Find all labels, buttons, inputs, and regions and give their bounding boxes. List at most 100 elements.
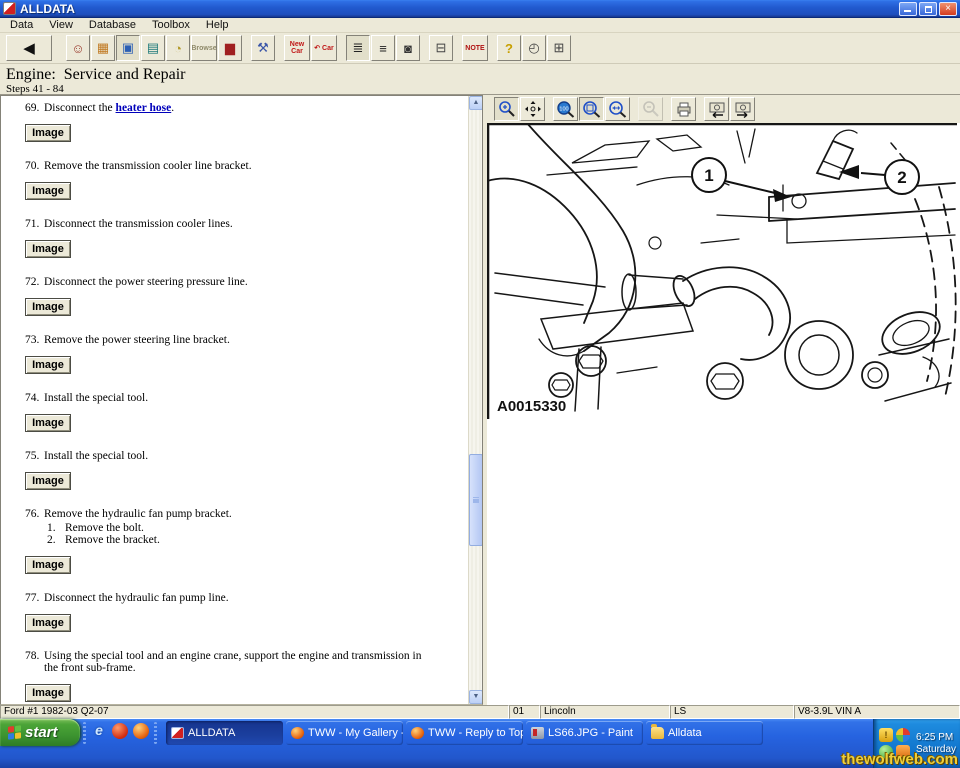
diagnostics-computer-icon[interactable]: ▣ <box>116 35 140 61</box>
next-image-button[interactable] <box>730 97 755 121</box>
close-button[interactable]: × <box>939 2 957 16</box>
firefox-icon <box>291 727 304 739</box>
firefox-icon[interactable] <box>133 723 149 739</box>
step-number: 75. <box>25 450 44 462</box>
start-label: start <box>25 724 58 741</box>
zoom-in-button[interactable] <box>494 97 519 121</box>
note-icon[interactable]: NOTE <box>462 35 488 61</box>
status-vehicle-info: Ford #1 1982-03 Q2-07 <box>0 705 509 719</box>
image-button[interactable]: Image <box>25 556 71 574</box>
start-button[interactable]: start <box>0 719 80 746</box>
image-toolbar: 100 <box>487 95 960 123</box>
internet-explorer-icon[interactable]: e <box>91 723 107 739</box>
menu-view[interactable]: View <box>41 19 81 31</box>
taskbar-button-alldata-folder[interactable]: Alldata <box>646 721 763 745</box>
menu-database[interactable]: Database <box>81 19 144 31</box>
tray-time: 6:25 PM <box>916 732 956 744</box>
text-only-icon[interactable]: ≡ <box>371 35 395 61</box>
image-button[interactable]: Image <box>25 298 71 316</box>
previous-image-button[interactable] <box>704 97 729 121</box>
paint-icon <box>531 727 544 739</box>
page-subtitle: Steps 41 - 84 <box>6 83 960 95</box>
step-number: 76. <box>25 508 44 520</box>
step-text: Using the special tool and an engine cra… <box>44 650 429 674</box>
task-buttons: ALLDATA TWW - My Gallery - M... TWW - Re… <box>166 721 763 745</box>
step-text: Disconnect the heater hose. <box>44 102 429 114</box>
step-number: 71. <box>25 218 44 230</box>
car-return-icon[interactable]: ↶ Car <box>311 35 337 61</box>
engine-line-drawing: 1 2 A0015330 <box>487 123 957 419</box>
zoom-out-button[interactable] <box>638 97 663 121</box>
image-button[interactable]: Image <box>25 684 71 702</box>
security-shield-icon[interactable]: ! <box>879 728 893 742</box>
zoom-100-button[interactable]: 100 <box>553 97 578 121</box>
restore-button[interactable] <box>919 2 937 16</box>
callout-1-label: 1 <box>704 166 713 185</box>
step-number: 73. <box>25 334 44 346</box>
figures-camera-icon[interactable]: ◙ <box>396 35 420 61</box>
steps-list: 69. Disconnect the heater hose. Image 70… <box>1 96 468 704</box>
history-clock-icon[interactable]: ◔ <box>166 35 190 61</box>
clock-icon[interactable]: ◴ <box>522 35 546 61</box>
new-car-icon[interactable]: New Car <box>284 35 310 61</box>
print-setup-icon[interactable]: ⊞ <box>547 35 571 61</box>
manual-book-icon[interactable]: ▆ <box>218 35 242 61</box>
status-bar: Ford #1 1982-03 Q2-07 01 Lincoln LS V8-3… <box>0 705 960 719</box>
minimize-button[interactable] <box>899 2 917 16</box>
step-text: Install the special tool. <box>44 450 429 462</box>
taskbar-button-paint[interactable]: LS66.JPG - Paint <box>526 721 643 745</box>
vehicle-select-icon[interactable]: ▦ <box>91 35 115 61</box>
step-78: 78. Using the special tool and an engine… <box>25 650 464 702</box>
quick-launch-grip[interactable] <box>83 722 86 744</box>
taskbar-button-alldata[interactable]: ALLDATA <box>166 721 283 745</box>
scroll-down-arrow[interactable]: ▼ <box>469 690 483 704</box>
print-image-button[interactable] <box>671 97 696 121</box>
menu-help[interactable]: Help <box>198 19 237 31</box>
tools-icon[interactable]: ⚒ <box>251 35 275 61</box>
scrollbar-thumb[interactable] <box>469 454 483 546</box>
image-button[interactable]: Image <box>25 356 71 374</box>
firefox-icon <box>411 727 424 739</box>
step-number: 72. <box>25 276 44 288</box>
callout-2-label: 2 <box>897 168 906 187</box>
print-icon[interactable]: ⊟ <box>429 35 453 61</box>
download-manager-icon[interactable] <box>112 723 128 739</box>
taskbar-button-tww-reply[interactable]: TWW - Reply to Topic... <box>406 721 523 745</box>
step-74: 74. Install the special tool. Image <box>25 392 464 432</box>
image-button[interactable]: Image <box>25 614 71 632</box>
step-text: Disconnect the power steering pressure l… <box>44 276 429 288</box>
vertical-scrollbar[interactable]: ▲ ▼ <box>468 96 482 704</box>
customer-info-icon[interactable]: ☺ <box>66 35 90 61</box>
engine-diagram: 1 2 A0015330 <box>487 123 960 705</box>
image-button[interactable]: Image <box>25 472 71 490</box>
watermark-text: thewolfweb.com <box>841 751 958 768</box>
menu-data[interactable]: Data <box>2 19 41 31</box>
article-outline-icon[interactable]: ≣ <box>346 35 370 61</box>
zoom-fit-width-button[interactable] <box>605 97 630 121</box>
callout-2-arrowhead <box>839 165 859 179</box>
taskbar: start e ALLDATA TWW - My Gallery - M... … <box>0 719 960 768</box>
main-toolbar: ◀ ☺ ▦ ▣ ▤ ◔ Browse ▆ ⚒ New Car ↶ Car ≣ ≡… <box>0 33 960 64</box>
scroll-up-arrow[interactable]: ▲ <box>469 96 483 110</box>
image-button[interactable]: Image <box>25 124 71 142</box>
status-engine: V8-3.9L VIN A <box>794 705 960 719</box>
zoom-fit-window-button[interactable] <box>579 97 604 121</box>
taskbar-grip[interactable] <box>154 722 157 744</box>
menu-toolbox[interactable]: Toolbox <box>144 19 198 31</box>
step-number: 77. <box>25 592 44 604</box>
messenger-icon[interactable] <box>896 728 910 742</box>
app-icon <box>3 2 16 15</box>
heater-hose-link[interactable]: heater hose <box>116 102 172 114</box>
monitor-icon[interactable]: ▤ <box>141 35 165 61</box>
help-icon[interactable]: ? <box>497 35 521 61</box>
browse-icon[interactable]: Browse <box>191 35 217 61</box>
back-button[interactable]: ◀ <box>6 35 52 61</box>
image-button[interactable]: Image <box>25 414 71 432</box>
step-72: 72. Disconnect the power steering pressu… <box>25 276 464 316</box>
status-make: Lincoln <box>540 705 670 719</box>
pan-button[interactable] <box>520 97 545 121</box>
page-title: Engine: Service and Repair <box>6 66 960 83</box>
taskbar-button-tww-gallery[interactable]: TWW - My Gallery - M... <box>286 721 403 745</box>
image-button[interactable]: Image <box>25 240 71 258</box>
image-button[interactable]: Image <box>25 182 71 200</box>
